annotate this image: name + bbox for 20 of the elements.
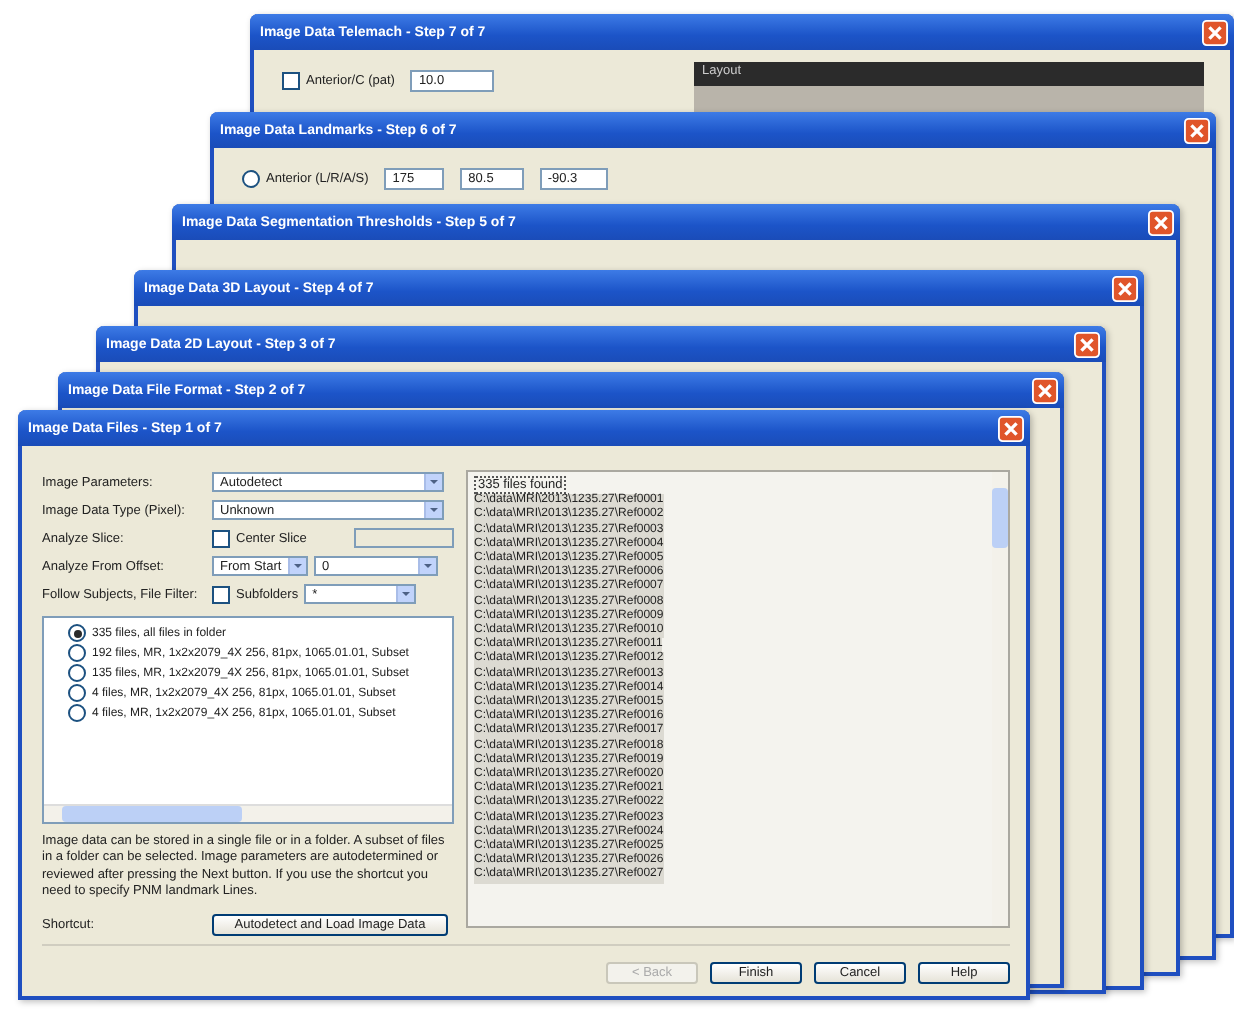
close-icon[interactable] <box>1202 19 1228 45</box>
close-icon[interactable] <box>1184 117 1210 143</box>
close-icon[interactable] <box>1032 377 1058 403</box>
checkbox[interactable] <box>212 529 230 547</box>
caret-icon <box>288 558 306 574</box>
radio-button[interactable] <box>68 644 86 662</box>
scrollbar[interactable] <box>44 804 452 822</box>
radio-button[interactable] <box>68 684 86 702</box>
close-icon[interactable] <box>1112 275 1138 301</box>
radio-button[interactable] <box>68 704 86 722</box>
scrollbar[interactable] <box>992 472 1008 926</box>
checkbox[interactable] <box>282 71 300 89</box>
close-icon[interactable] <box>1148 209 1174 235</box>
radio-button[interactable] <box>68 624 86 642</box>
input-field[interactable] <box>354 528 454 548</box>
radio-button[interactable] <box>68 664 86 682</box>
close-icon[interactable] <box>998 415 1024 441</box>
radio-button[interactable] <box>242 169 260 187</box>
checkbox[interactable] <box>212 585 230 603</box>
close-icon[interactable] <box>1074 331 1100 357</box>
